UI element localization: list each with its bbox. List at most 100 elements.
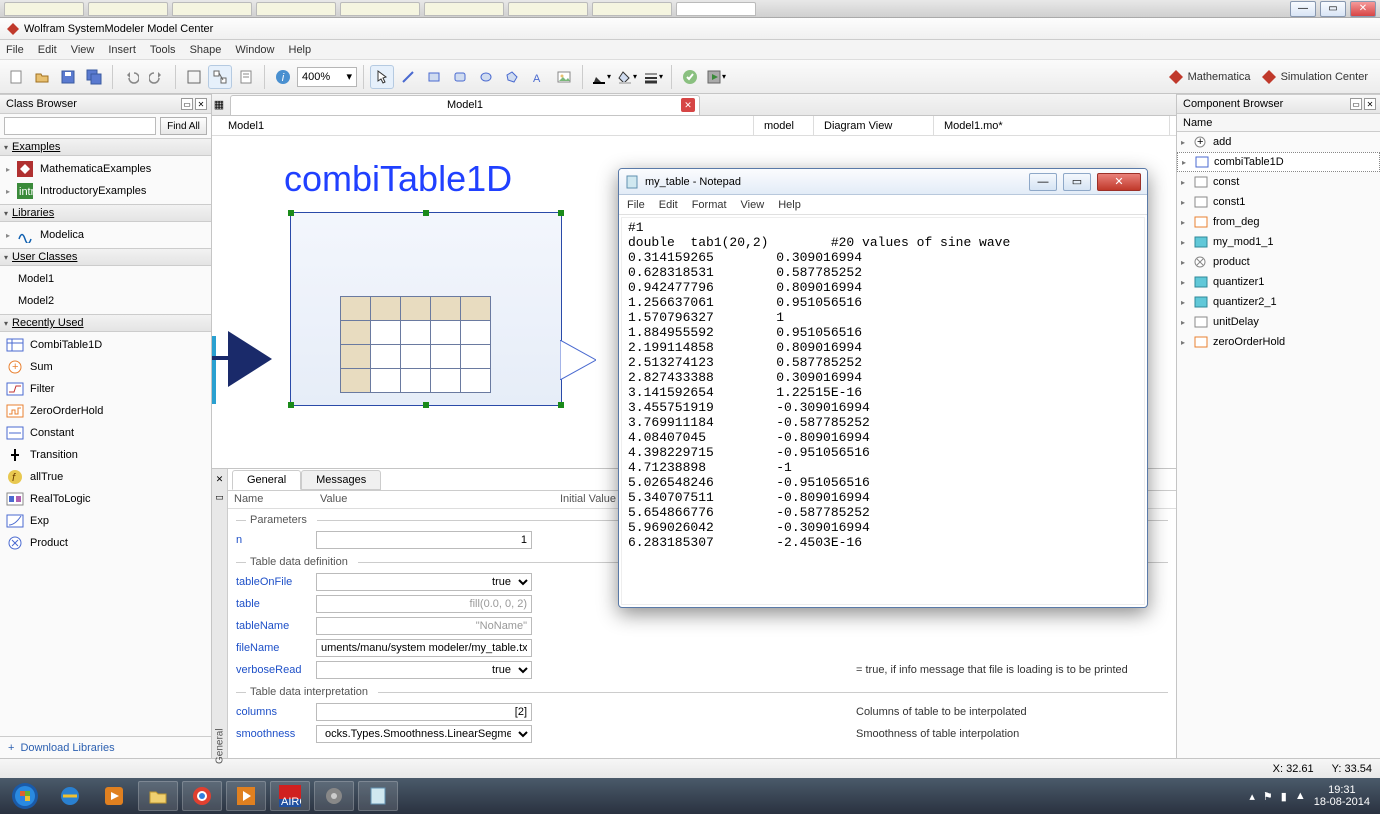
- polygon-tool[interactable]: [500, 65, 524, 89]
- notepad-window[interactable]: my_table - Notepad — ▭ ✕ File Edit Forma…: [618, 168, 1148, 608]
- rect-tool[interactable]: [422, 65, 446, 89]
- line-tool[interactable]: [396, 65, 420, 89]
- panel-pin-icon[interactable]: ▭: [214, 491, 226, 503]
- component-item[interactable]: ▸quantizer2_1: [1177, 292, 1380, 312]
- pointer-tool[interactable]: [370, 65, 394, 89]
- panel-close-icon[interactable]: ✕: [214, 473, 226, 485]
- system-tray[interactable]: ▴ ⚑ ▮ ▲ 19:31 18-08-2014: [1249, 784, 1376, 808]
- section-user-classes[interactable]: ▾User Classes: [0, 248, 211, 266]
- taskbar-notepad[interactable]: [358, 781, 398, 811]
- ellipse-tool[interactable]: [474, 65, 498, 89]
- menu-view[interactable]: View: [71, 44, 95, 56]
- tab-messages[interactable]: Messages: [301, 470, 381, 490]
- panel-close-icon[interactable]: ✕: [195, 98, 207, 110]
- mathematica-link[interactable]: Mathematica: [1168, 69, 1251, 85]
- tray-battery-icon[interactable]: ▮: [1281, 790, 1287, 803]
- diagram-view-button[interactable]: [208, 65, 232, 89]
- class-browser-search-input[interactable]: [4, 117, 156, 135]
- resize-handle[interactable]: [423, 210, 429, 216]
- tree-item[interactable]: ZeroOrderHold: [0, 400, 211, 422]
- tray-chevron-icon[interactable]: ▴: [1249, 790, 1255, 803]
- component-item-selected[interactable]: ▸combiTable1D: [1177, 152, 1380, 172]
- smoothness-select[interactable]: ocks.Types.Smoothness.LinearSegments: [316, 725, 532, 743]
- component-item[interactable]: ▸from_deg: [1177, 212, 1380, 232]
- info-button[interactable]: i: [271, 65, 295, 89]
- browser-tab[interactable]: [256, 2, 336, 16]
- tree-item[interactable]: ▸Modelica: [0, 224, 211, 246]
- tree-item[interactable]: Product: [0, 532, 211, 554]
- browser-minimize-button[interactable]: —: [1290, 1, 1316, 17]
- download-libraries-link[interactable]: +Download Libraries: [0, 736, 211, 758]
- panel-float-icon[interactable]: ▭: [181, 98, 193, 110]
- check-button[interactable]: [678, 65, 702, 89]
- taskbar-ie[interactable]: [50, 781, 90, 811]
- find-all-button[interactable]: Find All: [160, 117, 207, 135]
- notepad-menu-view[interactable]: View: [741, 199, 765, 211]
- redo-button[interactable]: [145, 65, 169, 89]
- resize-handle[interactable]: [558, 402, 564, 408]
- menu-shape[interactable]: Shape: [190, 44, 222, 56]
- tablename-input[interactable]: [316, 617, 532, 635]
- component-item[interactable]: ▸product: [1177, 252, 1380, 272]
- text-tool[interactable]: A: [526, 65, 550, 89]
- component-item[interactable]: ▸zeroOrderHold: [1177, 332, 1380, 352]
- tray-wifi-icon[interactable]: ▲: [1295, 790, 1306, 802]
- taskbar-vlc[interactable]: [226, 781, 266, 811]
- start-button[interactable]: [4, 781, 46, 811]
- section-libraries[interactable]: ▾Libraries: [0, 204, 211, 222]
- tab-general[interactable]: General: [232, 470, 301, 490]
- icon-view-button[interactable]: [182, 65, 206, 89]
- browser-tab[interactable]: [4, 2, 84, 16]
- browser-tab[interactable]: [340, 2, 420, 16]
- n-input[interactable]: [316, 531, 532, 549]
- tree-item[interactable]: Exp: [0, 510, 211, 532]
- resize-handle[interactable]: [558, 210, 564, 216]
- breadcrumb-view[interactable]: Diagram View: [814, 116, 934, 135]
- filename-input[interactable]: [316, 639, 532, 657]
- notepad-menu-help[interactable]: Help: [778, 199, 801, 211]
- tree-item[interactable]: Model1: [0, 268, 211, 290]
- pen-color-tool[interactable]: ▾: [589, 65, 613, 89]
- notepad-menu-edit[interactable]: Edit: [659, 199, 678, 211]
- notepad-minimize-button[interactable]: —: [1029, 173, 1057, 191]
- line-style-tool[interactable]: ▾: [641, 65, 665, 89]
- save-all-button[interactable]: [82, 65, 106, 89]
- component-item[interactable]: ▸const: [1177, 172, 1380, 192]
- section-recently-used[interactable]: ▾Recently Used: [0, 314, 211, 332]
- component-item[interactable]: ▸const1: [1177, 192, 1380, 212]
- component-item[interactable]: ▸quantizer1: [1177, 272, 1380, 292]
- panel-float-icon[interactable]: ▭: [1350, 98, 1362, 110]
- browser-tab[interactable]: [676, 2, 756, 16]
- taskbar-chrome[interactable]: [182, 781, 222, 811]
- save-button[interactable]: [56, 65, 80, 89]
- menu-file[interactable]: File: [6, 44, 24, 56]
- new-button[interactable]: [4, 65, 28, 89]
- tree-item[interactable]: CombiTable1D: [0, 334, 211, 356]
- tableonfile-select[interactable]: true: [316, 573, 532, 591]
- component-item[interactable]: ▸my_mod1_1: [1177, 232, 1380, 252]
- component-item[interactable]: ▸+add: [1177, 132, 1380, 152]
- notepad-menu-file[interactable]: File: [627, 199, 645, 211]
- text-view-button[interactable]: [234, 65, 258, 89]
- browser-tab[interactable]: [592, 2, 672, 16]
- notepad-menu-format[interactable]: Format: [692, 199, 727, 211]
- browser-tab[interactable]: [88, 2, 168, 16]
- tree-item[interactable]: ▸MathematicaExamples: [0, 158, 211, 180]
- menu-edit[interactable]: Edit: [38, 44, 57, 56]
- tree-item[interactable]: Model2: [0, 290, 211, 312]
- tree-item[interactable]: RealToLogic: [0, 488, 211, 510]
- taskbar-media[interactable]: [94, 781, 134, 811]
- table-input[interactable]: [316, 595, 532, 613]
- section-examples[interactable]: ▾Examples: [0, 138, 211, 156]
- editor-tab[interactable]: Model1 ✕: [230, 95, 700, 115]
- tray-clock[interactable]: 19:31 18-08-2014: [1314, 784, 1370, 808]
- tree-item[interactable]: +Sum: [0, 356, 211, 378]
- browser-tab[interactable]: [508, 2, 588, 16]
- open-button[interactable]: [30, 65, 54, 89]
- resize-handle[interactable]: [423, 402, 429, 408]
- component-item[interactable]: ▸unitDelay: [1177, 312, 1380, 332]
- tray-flag-icon[interactable]: ⚑: [1263, 790, 1273, 803]
- output-port-icon[interactable]: [560, 340, 596, 380]
- browser-maximize-button[interactable]: ▭: [1320, 1, 1346, 17]
- notepad-text-area[interactable]: #1 double tab1(20,2) #20 values of sine …: [621, 217, 1145, 605]
